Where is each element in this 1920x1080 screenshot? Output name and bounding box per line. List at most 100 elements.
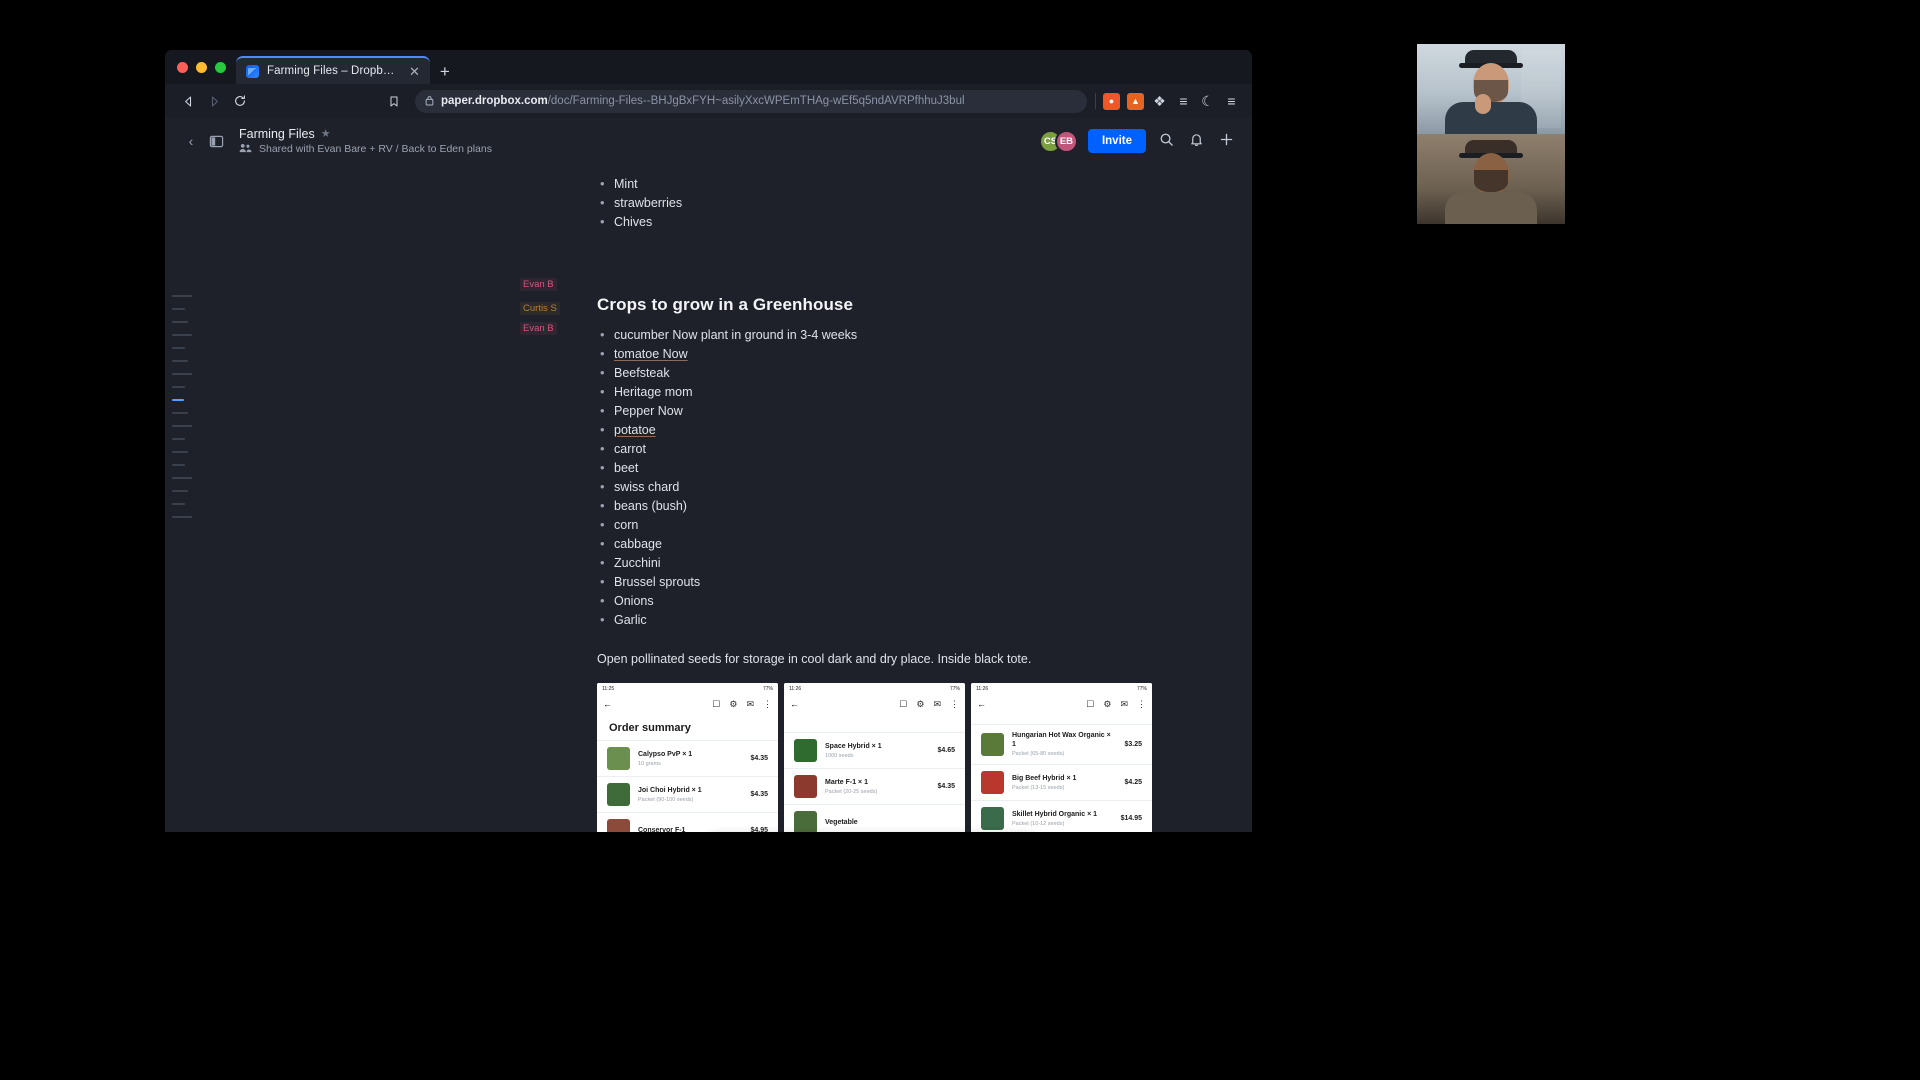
close-icon[interactable]: ✕ [407,65,422,78]
list-item[interactable]: Zucchini [597,553,1222,573]
screenshot-image[interactable]: 11:25 77% ← ☐ ⚙ ✉ ⋮ Order summary Calyps… [597,683,778,832]
list-item[interactable]: cucumber Now plant in ground in 3-4 week… [597,325,1222,345]
product-info: Conservor F-1 [638,826,685,833]
product-row[interactable]: Calypso PvP × 1 10 grams $4.35 [597,740,778,776]
delete-icon[interactable]: ⚙ [916,699,924,710]
list-item[interactable]: Heritage mom [597,382,1222,402]
participant-bottom[interactable] [1417,134,1565,224]
product-row[interactable]: Marte F-1 × 1 Packet (20-25 seeds) $4.35 [784,768,965,804]
back-arrow-icon[interactable]: ← [603,699,612,709]
product-thumbnail [607,819,630,832]
comment-author[interactable]: Evan B [520,278,557,291]
product-row[interactable]: Vegetable [784,804,965,832]
list-item[interactable]: potatoe [597,420,1222,440]
section-heading[interactable]: Crops to grow in a Greenhouse [597,295,1222,315]
search-icon[interactable] [1156,132,1176,150]
minimap-line [172,477,192,479]
plus-icon[interactable] [1216,132,1236,150]
storage-note[interactable]: Open pollinated seeds for storage in coo… [597,650,1222,669]
url-path: /doc/Farming-Files--BHJgBxFYH~asilyXxcWP… [547,95,965,107]
toolbar-divider [1095,93,1096,109]
invite-button[interactable]: Invite [1087,129,1146,153]
phone-actions: ☐ ⚙ ✉ ⋮ [712,699,772,710]
back-to-docs-icon[interactable]: ‹ [181,133,201,149]
back-arrow-icon[interactable]: ← [790,699,799,709]
delete-icon[interactable]: ⚙ [729,699,737,710]
save-icon[interactable]: ☐ [712,699,720,710]
list-item[interactable]: cabbage [597,534,1222,554]
brave-shields-icon[interactable]: ● [1103,92,1120,110]
product-row[interactable]: Conservor F-1 $4.95 [597,812,778,832]
product-thumbnail [794,775,817,798]
overflow-menu-icon[interactable]: ⋮ [1137,699,1146,710]
product-row[interactable]: Hungarian Hot Wax Organic × 1 Packet (65… [971,724,1152,764]
torso [1445,192,1537,224]
reload-icon[interactable] [227,88,253,114]
minimize-window-button[interactable] [196,61,207,73]
mail-icon[interactable]: ✉ [746,699,754,710]
sidebar-toggle-icon[interactable] [205,130,227,152]
mail-icon[interactable]: ✉ [1120,699,1128,710]
address-bar[interactable]: paper.dropbox.com/doc/Farming-Files--BHJ… [415,89,1087,113]
list-item[interactable]: Chives [597,212,1222,232]
participant-top[interactable] [1417,44,1565,134]
document-body[interactable]: Evan B Curtis S Evan B Mint strawberries… [165,164,1252,832]
bookmark-icon[interactable] [381,88,407,114]
bell-icon[interactable] [1186,132,1206,150]
list-item[interactable]: corn [597,515,1222,535]
puzzle-extensions-icon[interactable]: ❖ [1151,93,1168,110]
list-item[interactable]: swiss chard [597,477,1222,497]
document-content[interactable]: Mint strawberries Chives Crops to grow i… [597,164,1222,832]
browser-tab[interactable]: Farming Files – Dropbox Paper ✕ [236,56,430,84]
product-info: Calypso PvP × 1 10 grams [638,750,692,768]
product-row[interactable]: Space Hybrid × 1 1000 seeds $4.65 [784,732,965,768]
new-tab-button[interactable]: + [440,63,450,80]
phone-app-bar: ← ☐ ⚙ ✉ ⋮ [971,694,1152,714]
list-item[interactable]: tomatoe Now [597,344,1222,364]
window-controls[interactable] [175,50,236,84]
list-item[interactable]: carrot [597,439,1222,459]
screenshot-gallery[interactable]: 11:25 77% ← ☐ ⚙ ✉ ⋮ Order summary Calyps… [597,683,1222,832]
product-row[interactable]: Joi Choi Hybrid × 1 Packet (90-100 seeds… [597,776,778,812]
list-item[interactable]: Beefsteak [597,363,1222,383]
list-item[interactable]: strawberries [597,193,1222,213]
reading-list-icon[interactable]: ≡ [1175,93,1192,110]
product-price: $4.35 [750,791,768,798]
status-time: 11:25 [602,685,615,692]
save-icon[interactable]: ☐ [899,699,907,710]
screenshot-image[interactable]: 11:26 77% ← ☐ ⚙ ✉ ⋮ [971,683,1152,832]
screenshot-image[interactable]: 11:26 77% ← ☐ ⚙ ✉ ⋮ [784,683,965,832]
overflow-menu-icon[interactable]: ⋮ [950,699,959,710]
document-minimap[interactable] [170,284,194,529]
list-item[interactable]: Onions [597,591,1222,611]
list-item[interactable]: Pepper Now [597,401,1222,421]
overflow-menu-icon[interactable]: ⋮ [763,699,772,710]
list-item[interactable]: beet [597,458,1222,478]
crops-list: cucumber Now plant in ground in 3-4 week… [597,325,1222,630]
list-item[interactable]: beans (bush) [597,496,1222,516]
list-item[interactable]: Brussel sprouts [597,572,1222,592]
maximize-window-button[interactable] [215,61,226,73]
extension-orange-icon[interactable]: ▲ [1127,92,1144,110]
product-row[interactable]: Skillet Hybrid Organic × 1 Packet (10-12… [971,800,1152,832]
comment-author[interactable]: Curtis S [520,302,560,315]
mail-icon[interactable]: ✉ [933,699,941,710]
product-row[interactable]: Big Beef Hybrid × 1 Packet (13-15 seeds)… [971,764,1152,800]
shared-with-text: Shared with Evan Bare + RV / Back to Ede… [259,143,492,155]
browser-menu-icon[interactable]: ≡ [1223,93,1240,110]
back-arrow-icon[interactable]: ← [977,699,986,709]
close-window-button[interactable] [177,61,188,73]
list-item[interactable]: Garlic [597,610,1222,630]
save-icon[interactable]: ☐ [1086,699,1094,710]
avatar[interactable]: EB [1054,129,1078,153]
delete-icon[interactable]: ⚙ [1103,699,1111,710]
star-icon[interactable]: ★ [321,127,331,140]
brave-rewards-icon[interactable]: ☾ [1199,93,1216,110]
list-item[interactable]: Mint [597,174,1222,194]
back-icon[interactable] [175,88,201,114]
forward-icon[interactable] [201,88,227,114]
comment-author[interactable]: Evan B [520,322,557,335]
collaborator-avatars[interactable]: CS EB [1038,129,1078,153]
doc-title-block: Farming Files ★ Shared with Evan Bare + … [239,127,492,156]
page-title[interactable]: Farming Files [239,127,315,141]
